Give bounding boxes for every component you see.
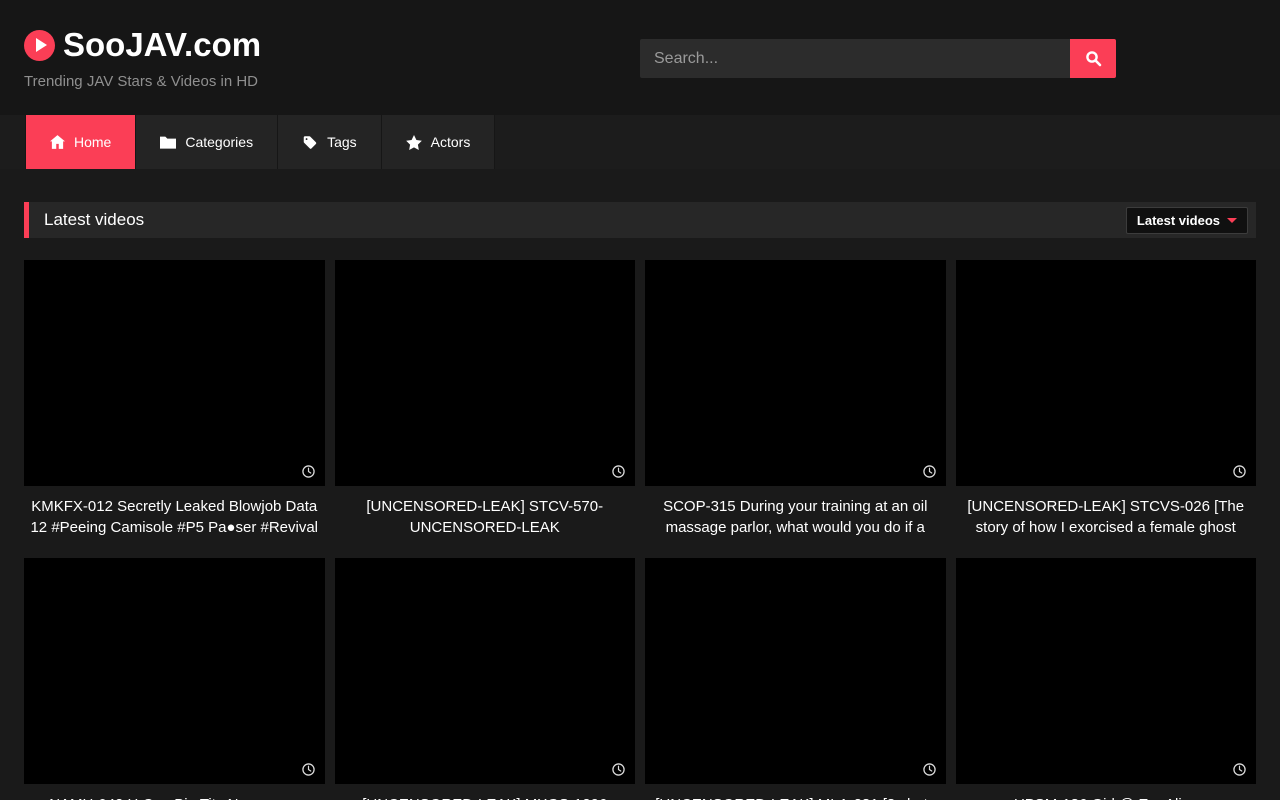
clock-icon <box>923 465 936 478</box>
video-card[interactable]: SCOP-315 During your training at an oil … <box>645 260 946 538</box>
tag-icon <box>302 135 318 150</box>
video-thumbnail[interactable] <box>24 558 325 784</box>
site-title: SooJAV.com <box>63 26 261 64</box>
nav-item-home[interactable]: Home <box>25 115 136 169</box>
video-thumbnail[interactable] <box>645 558 946 784</box>
play-icon <box>24 30 55 61</box>
video-title[interactable]: [UNCENSORED-LEAK] STCVS-026 [The story o… <box>956 496 1257 538</box>
video-title[interactable]: UPSM-186 Girl @ Era Alice <box>956 794 1257 800</box>
video-card[interactable]: [UNCENSORED-LEAK] MLA-231 [3 shots in <box>645 558 946 800</box>
video-title[interactable]: SCOP-315 During your training at an oil … <box>645 496 946 538</box>
main-nav: Home Categories Tags Actors <box>0 115 1280 169</box>
site-tagline: Trending JAV Stars & Videos in HD <box>24 73 261 90</box>
video-card[interactable]: KMKFX-012 Secretly Leaked Blowjob Data 1… <box>24 260 325 538</box>
clock-icon <box>302 465 315 478</box>
nav-item-label: Categories <box>185 134 253 150</box>
video-thumbnail[interactable] <box>335 260 636 486</box>
video-card[interactable]: NAMH-042 H Cup Big Tits Newcomer (170cm … <box>24 558 325 800</box>
section-title: Latest videos <box>44 210 144 230</box>
video-title[interactable]: NAMH-042 H Cup Big Tits Newcomer (170cm … <box>24 794 325 800</box>
video-thumbnail[interactable] <box>956 260 1257 486</box>
clock-icon <box>923 763 936 776</box>
sort-dropdown[interactable]: Latest videos <box>1126 207 1248 234</box>
folder-icon <box>160 135 176 149</box>
video-thumbnail[interactable] <box>24 260 325 486</box>
nav-item-actors[interactable]: Actors <box>382 115 496 169</box>
video-thumbnail[interactable] <box>335 558 636 784</box>
nav-item-label: Home <box>74 134 111 150</box>
caret-down-icon <box>1227 218 1237 223</box>
section-header: Latest videos Latest videos <box>24 202 1256 238</box>
search-box <box>640 39 1116 78</box>
nav-item-label: Actors <box>431 134 471 150</box>
main-content: Latest videos Latest videos KMKFX-012 Se… <box>0 202 1280 800</box>
site-logo[interactable]: SooJAV.com Trending JAV Stars & Videos i… <box>24 26 261 90</box>
video-title[interactable]: [UNCENSORED-LEAK] MXGS-1296 Absolutely <box>335 794 636 800</box>
video-grid: KMKFX-012 Secretly Leaked Blowjob Data 1… <box>24 260 1256 800</box>
video-thumbnail[interactable] <box>645 260 946 486</box>
star-icon <box>406 135 422 150</box>
nav-item-categories[interactable]: Categories <box>136 115 278 169</box>
site-header: SooJAV.com Trending JAV Stars & Videos i… <box>0 0 1280 115</box>
nav-item-label: Tags <box>327 134 357 150</box>
video-title[interactable]: [UNCENSORED-LEAK] STCV-570- UNCENSORED-L… <box>335 496 636 538</box>
clock-icon <box>1233 465 1246 478</box>
video-thumbnail[interactable] <box>956 558 1257 784</box>
video-card[interactable]: [UNCENSORED-LEAK] MXGS-1296 Absolutely <box>335 558 636 800</box>
nav-item-tags[interactable]: Tags <box>278 115 382 169</box>
sort-dropdown-label: Latest videos <box>1137 213 1220 228</box>
clock-icon <box>612 465 625 478</box>
search-input[interactable] <box>640 39 1070 78</box>
video-title[interactable]: KMKFX-012 Secretly Leaked Blowjob Data 1… <box>24 496 325 538</box>
clock-icon <box>612 763 625 776</box>
search-icon <box>1085 50 1102 67</box>
video-card[interactable]: [UNCENSORED-LEAK] STCVS-026 [The story o… <box>956 260 1257 538</box>
home-icon <box>50 135 65 149</box>
clock-icon <box>302 763 315 776</box>
clock-icon <box>1233 763 1246 776</box>
video-card[interactable]: [UNCENSORED-LEAK] STCV-570- UNCENSORED-L… <box>335 260 636 538</box>
video-title[interactable]: [UNCENSORED-LEAK] MLA-231 [3 shots in <box>645 794 946 800</box>
video-card[interactable]: UPSM-186 Girl @ Era Alice <box>956 558 1257 800</box>
search-button[interactable] <box>1070 39 1116 78</box>
